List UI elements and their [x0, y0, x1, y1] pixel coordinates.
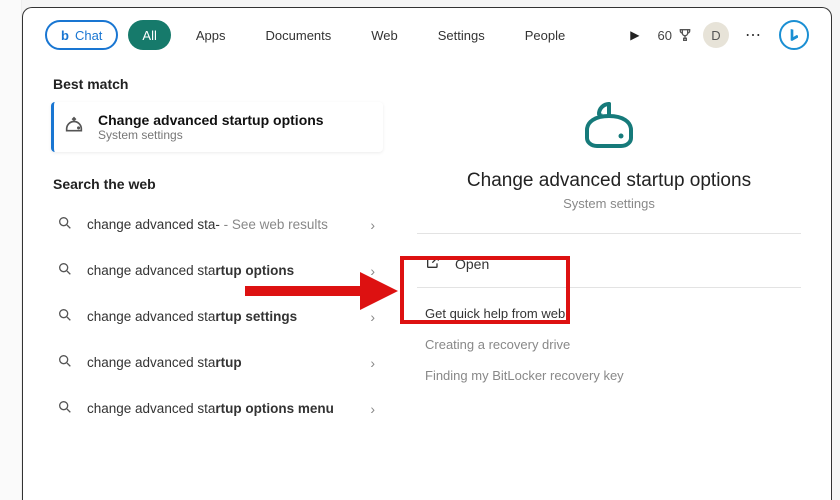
tab-all-label: All	[142, 28, 156, 43]
search-icon	[57, 353, 75, 374]
rewards-count: 60	[658, 28, 672, 43]
bing-icon[interactable]	[779, 20, 809, 50]
background-strip	[0, 0, 22, 500]
bing-b-icon: b	[61, 28, 69, 43]
trophy-icon	[677, 27, 693, 43]
web-result-1[interactable]: change advanced startup options ›	[51, 248, 383, 294]
results-column: Best match Change advanced startup optio…	[23, 60, 393, 500]
web-result-4[interactable]: change advanced startup options menu ›	[51, 386, 383, 432]
search-panel: b Chat All Apps Documents Web Settings P…	[22, 7, 832, 500]
tab-documents[interactable]: Documents	[251, 20, 347, 50]
web-result-text: change advanced startup options menu	[87, 400, 358, 418]
chevron-right-icon: ›	[370, 263, 375, 279]
web-result-2[interactable]: change advanced startup settings ›	[51, 294, 383, 340]
web-result-text: change advanced startup settings	[87, 308, 358, 326]
more-icon[interactable]: ⋯	[739, 25, 769, 45]
help-heading: Get quick help from web	[417, 294, 801, 329]
help-link-0[interactable]: Creating a recovery drive	[417, 329, 801, 360]
user-avatar[interactable]: D	[703, 22, 729, 48]
search-web-heading: Search the web	[51, 166, 383, 202]
tab-web[interactable]: Web	[356, 20, 413, 50]
best-match-title: Change advanced startup options	[98, 112, 324, 128]
tab-people[interactable]: People	[510, 20, 580, 50]
chevron-right-icon: ›	[370, 217, 375, 233]
preview-column: Change advanced startup options System s…	[393, 60, 831, 500]
tab-apps[interactable]: Apps	[181, 20, 241, 50]
web-result-3[interactable]: change advanced startup ›	[51, 340, 383, 386]
tab-settings[interactable]: Settings	[423, 20, 500, 50]
open-label: Open	[455, 256, 489, 272]
web-result-text: change advanced startup options	[87, 262, 358, 280]
chevron-right-icon: ›	[370, 309, 375, 325]
tab-chat[interactable]: b Chat	[45, 20, 118, 50]
web-result-text: change advanced sta- - See web results	[87, 216, 358, 234]
chevron-right-icon: ›	[370, 401, 375, 417]
search-icon	[57, 307, 75, 328]
tab-chat-label: Chat	[75, 28, 102, 43]
open-action[interactable]: Open	[417, 240, 801, 287]
best-match-item[interactable]: Change advanced startup options System s…	[51, 102, 383, 152]
help-link-1[interactable]: Finding my BitLocker recovery key	[417, 360, 801, 391]
tab-bar: b Chat All Apps Documents Web Settings P…	[23, 8, 831, 60]
chevron-right-icon: ›	[370, 355, 375, 371]
preview-title: Change advanced startup options	[417, 170, 801, 192]
open-external-icon	[425, 254, 441, 273]
advanced-startup-icon	[62, 115, 86, 139]
preview-subtitle: System settings	[417, 196, 801, 211]
divider	[417, 287, 801, 288]
best-match-heading: Best match	[51, 66, 383, 102]
search-icon	[57, 215, 75, 236]
preview-hero-icon	[417, 94, 801, 154]
play-icon[interactable]: ▶	[622, 28, 647, 42]
search-icon	[57, 399, 75, 420]
tab-all[interactable]: All	[128, 20, 170, 50]
rewards-badge[interactable]: 60	[658, 27, 693, 43]
divider	[417, 233, 801, 234]
search-icon	[57, 261, 75, 282]
web-result-0[interactable]: change advanced sta- - See web results ›	[51, 202, 383, 248]
web-result-text: change advanced startup	[87, 354, 358, 372]
best-match-subtitle: System settings	[98, 128, 324, 142]
